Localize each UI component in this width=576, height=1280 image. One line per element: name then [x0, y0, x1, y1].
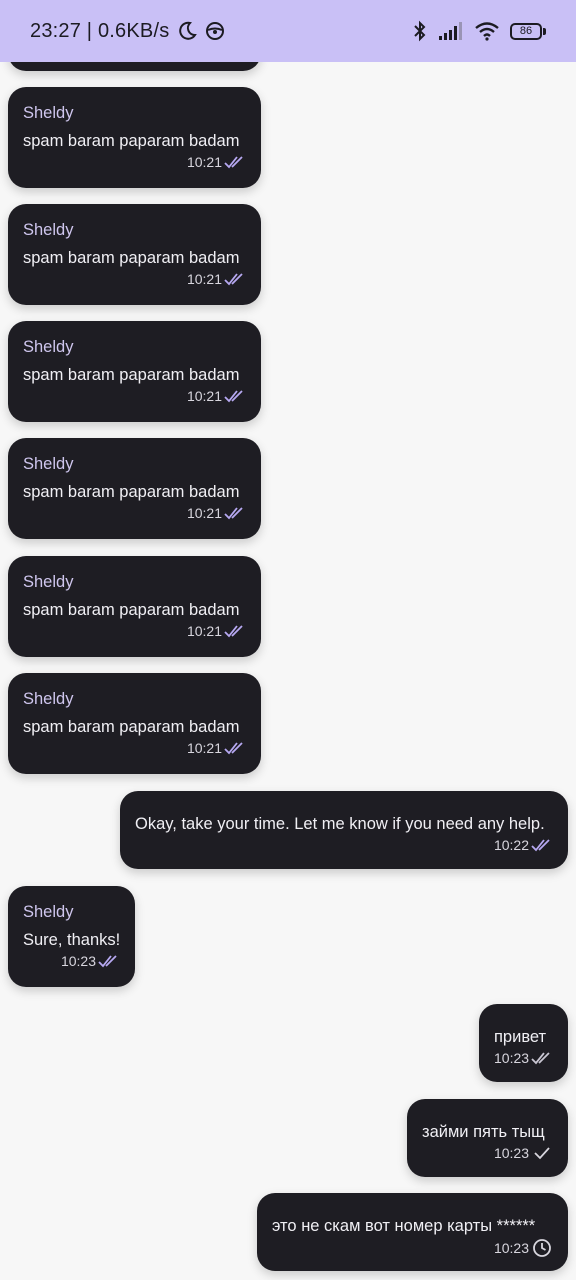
battery-level: 86	[510, 22, 542, 40]
message-text: spam baram paparam badam	[23, 249, 240, 267]
moon-icon	[179, 21, 198, 40]
message-sender: Sheldy	[23, 903, 74, 921]
message-sender: Sheldy	[23, 338, 74, 356]
message-time: 10:22	[493, 837, 529, 853]
message-meta: 10:21	[23, 153, 246, 171]
message-text: привет	[494, 1028, 547, 1046]
message-bubble-incoming[interactable]: Sheldy spam baram paparam badam 10:21	[8, 438, 261, 539]
chat-message-list[interactable]: Sheldy spam baram paparam badam 10:21 Sh…	[0, 0, 576, 1280]
message-meta: 10:23	[494, 1049, 553, 1067]
message-text: это не скам вот номер карты ******	[272, 1217, 536, 1235]
message-text: Okay, take your time. Let me know if you…	[135, 815, 545, 833]
single-check-icon	[534, 1147, 550, 1160]
message-bubble-outgoing[interactable]: Okay, take your time. Let me know if you…	[120, 791, 568, 869]
message-meta: 10:23	[422, 1144, 553, 1162]
message-meta: 10:21	[23, 387, 246, 405]
double-check-icon	[224, 156, 243, 169]
double-check-icon	[224, 507, 243, 520]
message-sender: Sheldy	[23, 104, 74, 122]
signal-icon	[439, 22, 462, 40]
message-time: 10:23	[493, 1240, 529, 1256]
message-sender: Sheldy	[23, 455, 74, 473]
status-time-speed: 23:27 | 0.6KB/s	[30, 19, 170, 42]
message-sender: Sheldy	[23, 573, 74, 591]
message-time: 10:21	[186, 271, 222, 287]
status-bar: 23:27 | 0.6KB/s 86	[0, 0, 576, 62]
message-meta: 10:21	[23, 739, 246, 757]
message-time: 10:23	[60, 953, 96, 969]
message-text: spam baram paparam badam	[23, 366, 240, 384]
message-bubble-outgoing[interactable]: это не скам вот номер карты ****** 10:23	[257, 1193, 568, 1271]
message-meta: 10:22	[135, 836, 553, 854]
message-meta: 10:23	[23, 952, 120, 970]
message-time: 10:21	[186, 623, 222, 639]
message-meta: 10:21	[23, 270, 246, 288]
message-bubble-outgoing[interactable]: займи пять тыщ 10:23	[407, 1099, 568, 1177]
message-text: spam baram paparam badam	[23, 718, 240, 736]
battery-icon: 86	[510, 22, 546, 40]
message-text: spam baram paparam badam	[23, 483, 240, 501]
message-meta: 10:21	[23, 504, 246, 522]
message-time: 10:23	[493, 1145, 529, 1161]
message-bubble-incoming[interactable]: Sheldy spam baram paparam badam 10:21	[8, 556, 261, 657]
clock-icon	[533, 1239, 551, 1257]
double-check-icon	[224, 742, 243, 755]
message-time: 10:21	[186, 154, 222, 170]
message-time: 10:23	[494, 1050, 530, 1066]
message-sender: Sheldy	[23, 690, 74, 708]
steering-icon	[206, 22, 225, 40]
double-check-icon	[224, 273, 243, 286]
double-check-icon	[98, 955, 117, 968]
message-meta: 10:23	[272, 1238, 553, 1258]
message-bubble-incoming[interactable]: Sheldy spam baram paparam badam 10:21	[8, 673, 261, 774]
message-text: займи пять тыщ	[422, 1123, 545, 1141]
message-time: 10:21	[186, 740, 222, 756]
double-check-icon	[224, 625, 243, 638]
message-time: 10:21	[186, 505, 222, 521]
message-text: spam baram paparam badam	[23, 132, 240, 150]
message-bubble-incoming[interactable]: Sheldy spam baram paparam badam 10:21	[8, 204, 261, 305]
bluetooth-icon	[414, 20, 426, 42]
message-text: spam baram paparam badam	[23, 601, 240, 619]
message-meta: 10:21	[23, 622, 246, 640]
wifi-icon	[475, 22, 499, 41]
message-time: 10:21	[186, 388, 222, 404]
message-text: Sure, thanks!	[23, 931, 121, 949]
message-bubble-incoming[interactable]: Sheldy Sure, thanks! 10:23	[8, 886, 135, 987]
message-bubble-incoming[interactable]: Sheldy spam baram paparam badam 10:21	[8, 87, 261, 188]
message-sender: Sheldy	[23, 221, 74, 239]
double-check-icon	[531, 839, 550, 852]
double-check-icon	[224, 390, 243, 403]
message-bubble-incoming[interactable]: Sheldy spam baram paparam badam 10:21	[8, 321, 261, 422]
message-bubble-outgoing[interactable]: привет 10:23	[479, 1004, 568, 1082]
double-check-icon	[531, 1052, 550, 1065]
